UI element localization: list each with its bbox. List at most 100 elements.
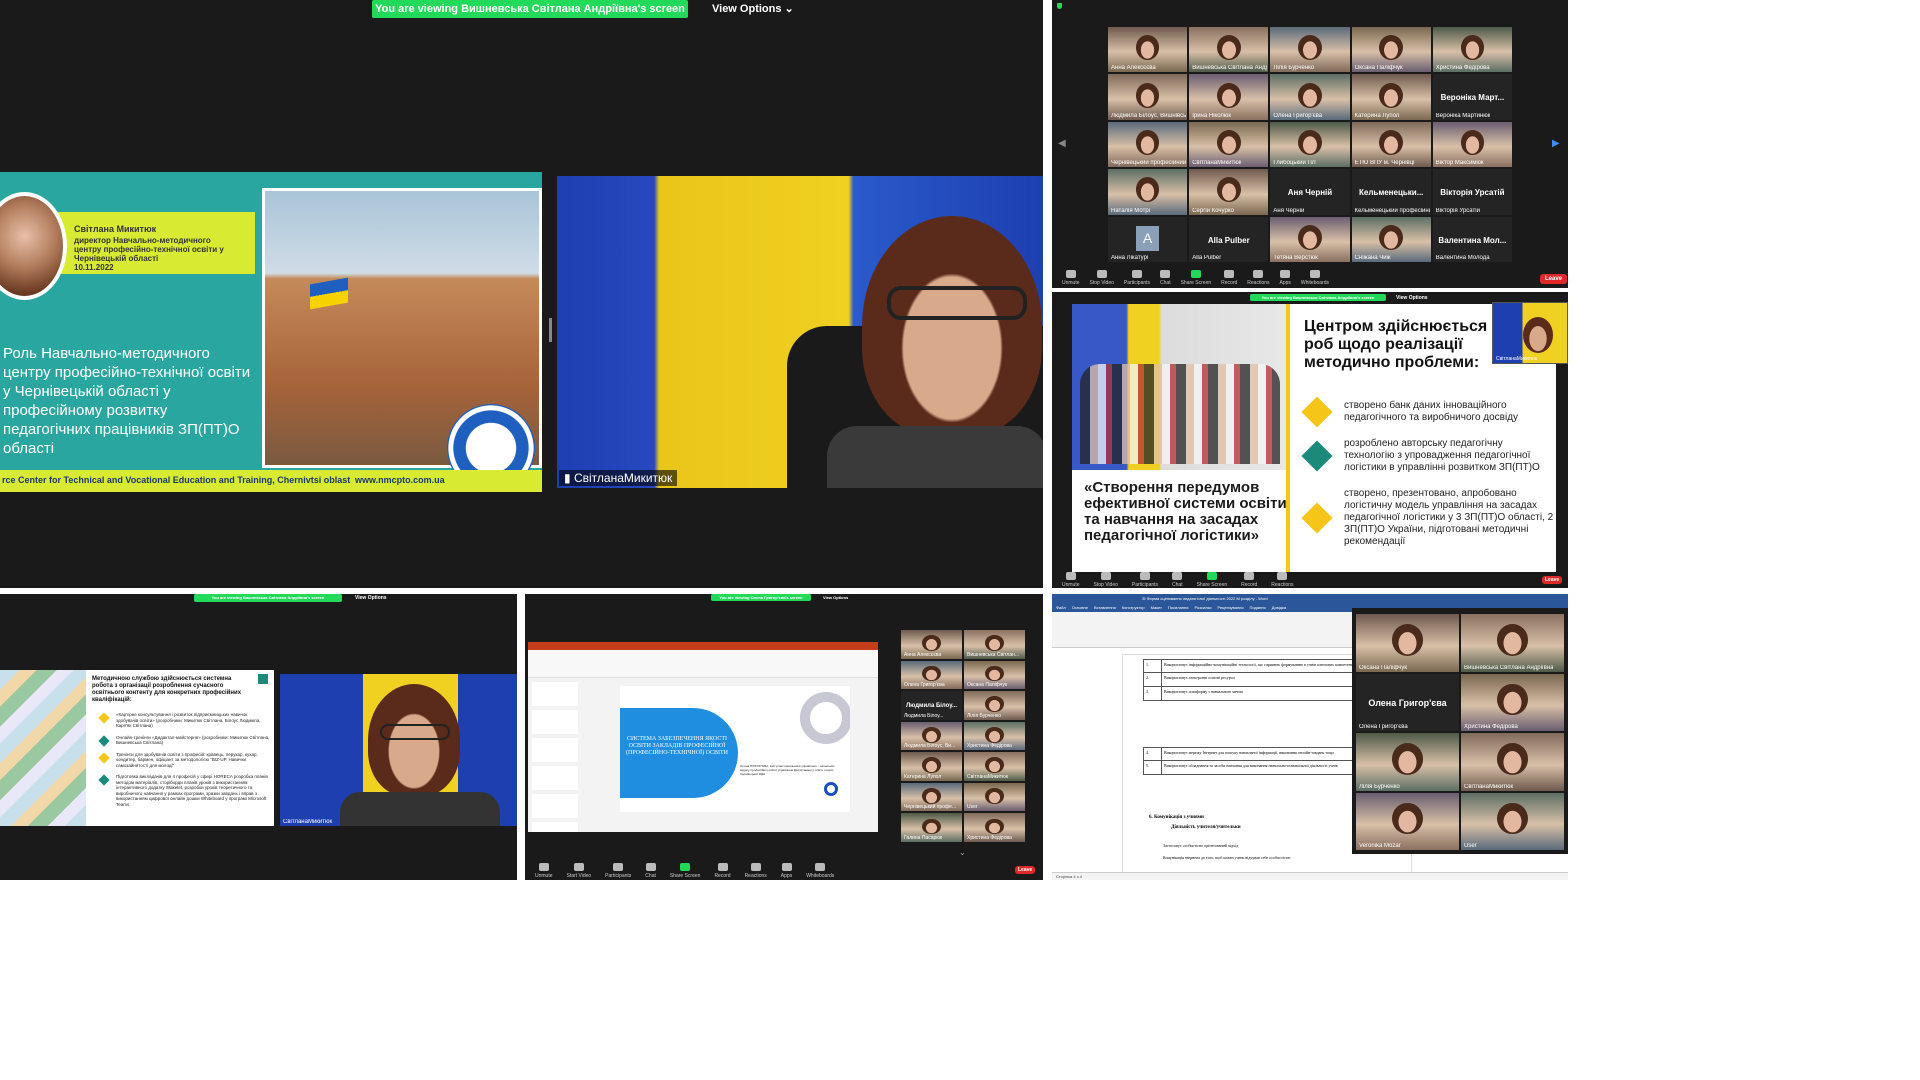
view-options-button[interactable]: View Options ⌄ [712, 2, 794, 15]
participant-tile[interactable]: Сніжана Чиж [1351, 216, 1431, 262]
participant-tile[interactable]: Veronika Mozar [1356, 792, 1459, 850]
participant-tile[interactable]: Наталія Мотрі [1108, 169, 1188, 215]
toolbar-share-screen-button[interactable]: Share Screen [1181, 270, 1211, 286]
participant-tile[interactable]: Христина Федірова [1461, 673, 1564, 731]
participant-tile[interactable]: Людмила Білоус, Вишнівська [1108, 74, 1188, 120]
toolbar-whiteboards-button[interactable]: Whiteboards [1301, 270, 1329, 286]
leave-button[interactable]: Leave [1540, 274, 1568, 284]
participant-tile[interactable]: User [1461, 792, 1564, 850]
participant-face [1392, 743, 1423, 775]
view-options-button[interactable]: View Options [355, 595, 387, 601]
toolbar-stop-video-button[interactable]: Stop Video [1090, 270, 1114, 286]
participant-tile[interactable]: Вишневська Світлана Андріївна [1461, 614, 1564, 672]
participant-tile[interactable]: Кельменецьки... Кельменецький професійний… [1351, 169, 1431, 215]
participant-tile[interactable]: User [964, 782, 1025, 812]
participant-tile[interactable]: Лілія Бурченко [1356, 733, 1459, 791]
participant-tile[interactable]: Alla Pulber Alla Pulber [1189, 216, 1269, 262]
view-options-button[interactable]: View Options [823, 595, 848, 600]
word-ribbon-tab[interactable]: Розсилки [1194, 604, 1211, 612]
participant-tile[interactable]: Вишневська Світлана Андрі [1189, 27, 1269, 73]
toolbar-unmute-button[interactable]: Unmute [1062, 270, 1080, 286]
word-ribbon-tab[interactable]: Подання [1250, 604, 1266, 612]
participant-tile[interactable]: Чернівецький профе... [901, 782, 962, 812]
participant-tile[interactable]: Олена Григор'єва [1270, 74, 1350, 120]
toolbar-share-screen-button[interactable]: Share Screen [1197, 572, 1227, 588]
participant-tile[interactable]: Оксана Паліфчук [1351, 27, 1431, 73]
participant-tile[interactable]: A Анна Лікатурі [1108, 216, 1188, 262]
participant-tile[interactable]: Христина Федірова [964, 813, 1025, 842]
toolbar-unmute-button[interactable]: Unmute [535, 863, 553, 879]
participant-tile[interactable]: Катерина Лупол [901, 752, 962, 781]
participant-tile[interactable]: Людмила Білоу... Людмила Білоу... [901, 691, 962, 720]
toolbar-apps-button[interactable]: Apps [1280, 270, 1291, 286]
toolbar-reactions-button[interactable]: Reactions [745, 863, 767, 879]
participant-tile[interactable]: СвітланаМикитюк [1189, 121, 1269, 168]
participant-tile[interactable]: Лілія Бурченко [964, 691, 1025, 720]
participant-tile[interactable]: Тетяна Верстюк [1270, 216, 1350, 262]
word-ribbon-tab[interactable]: Рецензування [1217, 604, 1243, 612]
toolbar-share-screen-button[interactable]: Share Screen [670, 863, 700, 879]
leave-button[interactable]: Leave [1542, 576, 1563, 584]
word-ribbon-tab[interactable]: Конструктор [1122, 604, 1145, 612]
gallery-prev-arrow[interactable]: ◀ [1058, 138, 1066, 149]
self-view-pip[interactable]: СвітланаМикитюк [1492, 302, 1568, 364]
participant-tile[interactable]: Віктор Максимюк [1432, 121, 1512, 168]
participant-tile[interactable]: ЕТЮ ВПУ м. Чернівці [1351, 121, 1431, 168]
participant-tile[interactable]: Валентина Мол... Валентина Молода [1432, 216, 1512, 262]
slide-bullet-item: розроблено авторську педагогічну техноло… [1300, 438, 1554, 474]
participant-tile[interactable]: Ірина Ніколюк [1189, 74, 1269, 120]
participant-tile[interactable]: СвітланаМикитюк [1461, 733, 1564, 791]
participant-tile[interactable]: Христина Федірова [964, 721, 1025, 751]
participant-tile[interactable]: Лілія Бурченко [1270, 27, 1350, 73]
participant-tile[interactable]: Глибоцький ПЛ [1270, 121, 1350, 168]
participant-tile[interactable]: Олена Григор'єва [901, 660, 962, 690]
toolbar-reactions-button[interactable]: Reactions [1247, 270, 1270, 286]
toolbar-start-video-button[interactable]: Start Video [567, 863, 591, 879]
toolbar-unmute-button[interactable]: Unmute [1062, 572, 1080, 588]
participant-tile[interactable]: Анна Алексєєва [1108, 27, 1188, 73]
word-ribbon-tab[interactable]: Макет [1151, 604, 1162, 612]
toolbar-chat-button[interactable]: Chat [1172, 572, 1183, 588]
participant-tile[interactable]: Олена Григор'єва Олена Григор'єва [1356, 673, 1459, 731]
gallery-next-arrow[interactable]: ▶ [1552, 138, 1560, 149]
toolbar-whiteboards-button[interactable]: Whiteboards [806, 863, 834, 879]
slide-footer: rce Center for Technical and Vocational … [0, 470, 542, 492]
participant-tile[interactable]: Вероніка Март... Вероніка Мартинюк [1432, 74, 1512, 120]
toolbar-participants-button[interactable]: Participants [1124, 270, 1150, 286]
participant-tile[interactable]: Вишневська Світлан... [964, 630, 1025, 659]
participant-tile[interactable]: СвітланаМикитюк [964, 752, 1025, 781]
participant-tile[interactable]: Катерина Лупол [1351, 74, 1431, 120]
participant-tile[interactable]: Оксана Паліфчук [964, 660, 1025, 690]
toolbar-apps-button[interactable]: Apps [781, 863, 792, 879]
word-ribbon-tab[interactable]: Файл [1056, 604, 1066, 612]
leave-button[interactable]: Leave [1015, 866, 1036, 874]
strip-scroll-down[interactable]: ⌄ [959, 848, 966, 857]
word-ribbon-tab[interactable]: Посилання [1168, 604, 1188, 612]
ppt-slide: СИСТЕМА ЗАБЕЗПЕЧЕННЯ ЯКОСТІ ОСВІТИ ЗАКЛА… [620, 686, 850, 812]
participant-tile[interactable]: Анна Алексєєва [901, 630, 962, 659]
word-ribbon-tab[interactable]: Вставлення [1094, 604, 1116, 612]
participant-tile[interactable]: Христина Федірова [1432, 27, 1512, 73]
participant-tile[interactable]: Людмила Білоус, Ви... [901, 721, 962, 751]
toolbar-record-button[interactable]: Record [1221, 270, 1237, 286]
word-ribbon-tab[interactable]: Довідка [1272, 604, 1286, 612]
toolbar-chat-button[interactable]: Chat [645, 863, 656, 879]
participant-tile[interactable]: Вікторія Урсатій Вікторія Урсатій [1432, 169, 1512, 215]
toolbar-participants-button[interactable]: Participants [605, 863, 631, 879]
participant-tile[interactable]: Сергій Кочурко [1189, 169, 1269, 215]
participant-tile[interactable]: Галина Пасарюк [901, 813, 962, 842]
toolbar-record-button[interactable]: Record [1241, 572, 1257, 588]
word-ribbon-tab[interactable]: Основне [1072, 604, 1088, 612]
toolbar-reactions-button[interactable]: Reactions [1271, 572, 1294, 588]
toolbar-record-button[interactable]: Record [714, 863, 731, 879]
toolbar-stop-video-button[interactable]: Stop Video [1094, 572, 1118, 588]
toolbar-participants-button[interactable]: Participants [1132, 572, 1158, 588]
participant-face [1135, 82, 1160, 108]
pip-name: СвітланаМикитюк [1496, 356, 1537, 362]
toolbar-chat-button[interactable]: Chat [1160, 270, 1171, 286]
participant-tile[interactable]: Аня Черній Аня Черній [1270, 169, 1350, 215]
participant-tile[interactable]: Оксана Паліфчук [1356, 614, 1459, 672]
view-options-button[interactable]: View Options [1396, 295, 1428, 301]
split-divider[interactable] [549, 318, 552, 342]
participant-tile[interactable]: Чернівецький професійний... [1108, 121, 1188, 168]
